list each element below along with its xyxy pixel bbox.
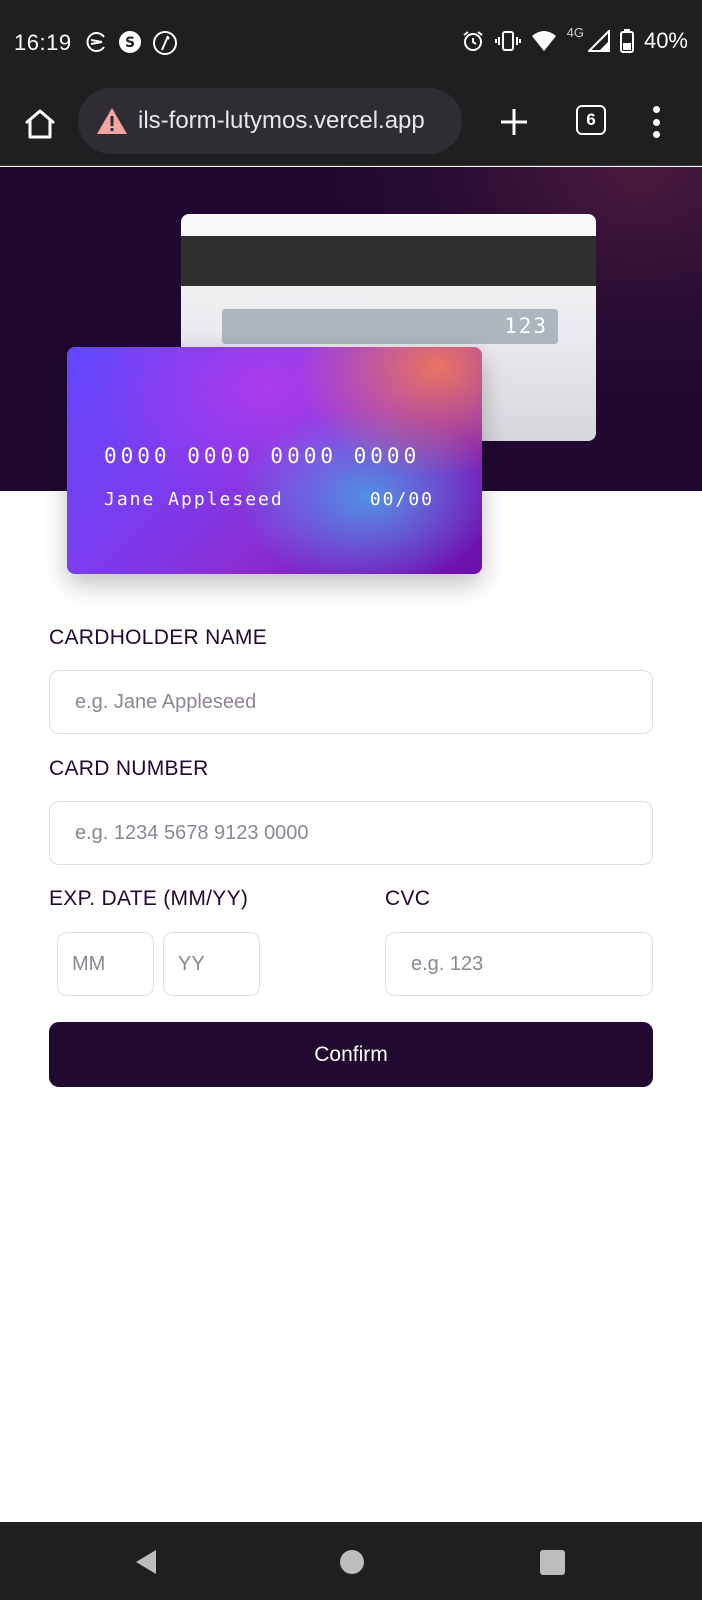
s-circle-icon: S bbox=[119, 31, 141, 53]
cardholder-name-label: CARDHOLDER NAME bbox=[49, 626, 268, 649]
address-bar[interactable]: ils-form-lutymos.vercel.app bbox=[78, 88, 462, 154]
dot-icon bbox=[652, 106, 660, 113]
home-icon bbox=[25, 109, 55, 139]
battery-icon bbox=[619, 29, 634, 53]
card-number-label: CARD NUMBER bbox=[49, 757, 209, 780]
cardholder-name-input[interactable] bbox=[49, 670, 653, 734]
vibrate-icon bbox=[494, 31, 521, 51]
card-name-display: Jane Appleseed bbox=[104, 489, 284, 510]
overflow-menu-button[interactable] bbox=[646, 102, 666, 142]
svg-text:S: S bbox=[125, 35, 135, 51]
new-tab-button[interactable] bbox=[496, 104, 532, 140]
battery-percentage: 40% bbox=[643, 28, 688, 53]
cvc-label: CVC bbox=[385, 887, 431, 910]
expiry-year-input[interactable] bbox=[163, 932, 260, 996]
cvc-input[interactable] bbox=[385, 932, 653, 996]
magnetic-stripe bbox=[181, 236, 596, 286]
card-number-input[interactable] bbox=[49, 801, 653, 865]
card-front: 0000 0000 0000 0000 Jane Appleseed 00/00 bbox=[67, 347, 482, 574]
status-system-icons: 4G 40% bbox=[461, 24, 688, 54]
expiry-month-input[interactable] bbox=[57, 932, 154, 996]
alarm-icon bbox=[463, 31, 483, 51]
url-text[interactable]: ils-form-lutymos.vercel.app bbox=[138, 107, 425, 135]
dot-icon bbox=[652, 118, 660, 126]
dot-icon bbox=[652, 131, 660, 138]
status-time: 16:19 bbox=[14, 30, 72, 55]
expiry-date-label: EXP. DATE (MM/YY) bbox=[49, 887, 249, 910]
home-nav-icon[interactable] bbox=[340, 1550, 364, 1574]
status-notification-icons: S bbox=[84, 30, 178, 56]
warning-icon[interactable] bbox=[96, 107, 128, 135]
back-icon[interactable] bbox=[134, 1548, 158, 1576]
card-expiry-display: 00/00 bbox=[369, 489, 434, 510]
system-navigation-bar bbox=[0, 1522, 702, 1600]
card-cvc-display: 123 bbox=[504, 314, 548, 338]
network-type-label: 4G bbox=[566, 24, 584, 40]
status-bar: 16:19 S 4G 40% bbox=[0, 0, 702, 86]
app-notification-icon bbox=[86, 32, 105, 52]
confirm-button[interactable]: Confirm bbox=[49, 1022, 653, 1087]
recents-icon[interactable] bbox=[540, 1550, 565, 1575]
card-number-display: 0000 0000 0000 0000 bbox=[104, 444, 421, 468]
signal-icon bbox=[587, 30, 610, 52]
wifi-icon bbox=[531, 31, 556, 51]
tab-switcher-button[interactable]: 6 bbox=[576, 105, 606, 135]
signature-band: 123 bbox=[222, 309, 558, 344]
plus-icon bbox=[501, 109, 527, 135]
home-button[interactable] bbox=[20, 104, 60, 144]
info-slash-icon bbox=[153, 31, 177, 55]
browser-toolbar: ils-form-lutymos.vercel.app 6 bbox=[0, 86, 702, 166]
